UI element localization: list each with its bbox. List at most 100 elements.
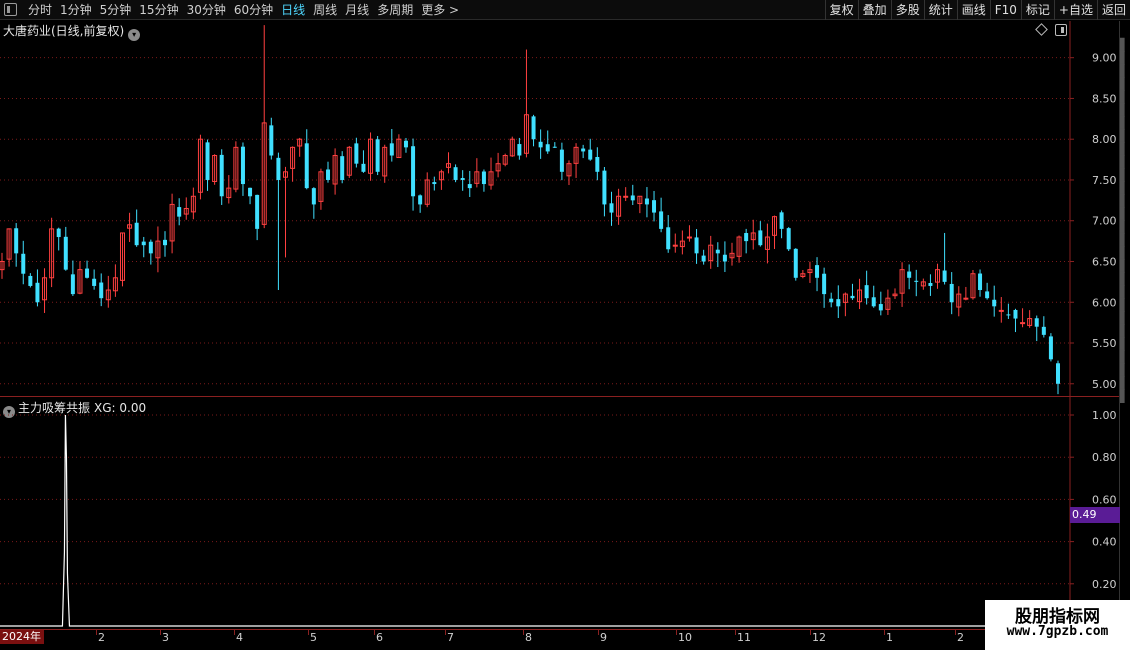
date-tick	[234, 630, 235, 635]
candle-body	[758, 230, 763, 246]
candle-body	[205, 142, 210, 180]
date-tick	[676, 630, 677, 635]
candle-body	[652, 200, 657, 213]
date-label: 6	[376, 631, 383, 644]
candle-body	[815, 265, 820, 278]
candle-body	[829, 298, 834, 303]
y-tick-label: 9.00	[1092, 52, 1117, 65]
y-tick-label: 1.00	[1092, 409, 1117, 422]
candle-body	[985, 291, 990, 299]
indicator-line	[0, 414, 1070, 627]
date-tick	[884, 630, 885, 635]
candle-body	[672, 244, 678, 247]
candle-body	[177, 207, 182, 217]
date-label: 11	[737, 631, 751, 644]
candle-body	[134, 222, 139, 246]
watermark-url: www.7gpzb.com	[1006, 624, 1109, 639]
candle-body	[269, 125, 274, 156]
date-label: 5	[310, 631, 317, 644]
candle-body	[581, 148, 586, 152]
candle-body	[978, 273, 983, 291]
candle-body	[659, 211, 664, 229]
candle-body	[304, 143, 309, 189]
y-tick-label: 7.00	[1092, 215, 1117, 228]
candle-body	[722, 254, 727, 262]
candle-body	[35, 282, 40, 303]
candle-body	[552, 146, 557, 148]
candle-body	[949, 283, 954, 303]
candle-body	[21, 253, 26, 274]
candle-body	[630, 195, 635, 201]
candle-body	[453, 167, 458, 180]
candle-body	[148, 241, 153, 254]
candle-body	[403, 140, 408, 148]
candle-body	[326, 169, 331, 180]
chart-canvas: 9.00 8.50 8.00 7.50 7.00 6.50 6.00 5.50 5.00 1.00…	[0, 21, 1120, 629]
candle-body	[92, 278, 97, 286]
candle-body	[375, 139, 380, 172]
date-label: 1	[886, 631, 893, 644]
candle-body	[1006, 314, 1011, 316]
date-tick	[308, 630, 309, 635]
candle-body	[411, 146, 416, 197]
candle-body	[559, 149, 564, 172]
date-label: 12	[812, 631, 826, 644]
candle-body	[822, 273, 827, 295]
candle-body	[786, 228, 791, 250]
candle-body	[1041, 326, 1046, 335]
candle-body	[389, 143, 394, 156]
candle-body	[85, 268, 90, 278]
candle-body	[545, 144, 550, 152]
date-tick	[598, 630, 599, 635]
y-tick-label: 8.00	[1092, 133, 1117, 146]
candle-body	[538, 141, 543, 148]
candle-body	[481, 171, 486, 185]
candle-body	[240, 146, 245, 185]
date-label: 8	[525, 631, 532, 644]
candle-body	[1056, 363, 1060, 384]
candle-body	[56, 228, 61, 238]
candle-body	[928, 283, 933, 286]
candle-body	[602, 170, 607, 205]
candle-body	[531, 116, 536, 140]
y-tick-label: 0.80	[1092, 451, 1117, 464]
y-tick-label: 6.50	[1092, 255, 1117, 268]
right-side-panel-edge: ▌ ▌ ▌ ▌ ▌ ▌ ▌ ▌ ▌ ▌ ▌ ▌ ▌ ▌ ▌ ▌ ▌ ▌ ▌ ▌ ▌ ▌ ▌ ▌ ▌ ▌ ▌ ▌	[1120, 21, 1130, 630]
candle-body	[878, 304, 883, 311]
date-tick	[445, 630, 446, 635]
candle-body	[14, 228, 19, 254]
candle-body	[432, 182, 437, 185]
candle-body	[163, 239, 168, 246]
date-tick	[96, 630, 97, 635]
candle-body	[248, 187, 253, 197]
y-tick-label: 6.00	[1092, 296, 1117, 309]
candle-body	[963, 297, 969, 300]
candle-body	[850, 295, 855, 299]
candle-body	[686, 236, 692, 239]
candle-body	[460, 178, 465, 180]
date-label: 10	[678, 631, 692, 644]
date-tick	[160, 630, 161, 635]
date-label: 9	[600, 631, 607, 644]
y-tick-label: 0.40	[1092, 536, 1117, 549]
candle-body	[70, 274, 75, 295]
date-tick	[955, 630, 956, 635]
candle-body	[864, 285, 869, 299]
date-axis: 2024年 2 3 4 5 6 7 8 9 10 11 12 1 2	[0, 629, 1070, 644]
edge-glyph: ▌	[1120, 389, 1130, 403]
date-tick	[374, 630, 375, 635]
candle-body	[779, 212, 784, 229]
candle-body	[1034, 318, 1039, 327]
candle-body	[63, 236, 68, 270]
y-tick-label: 8.50	[1092, 92, 1117, 105]
candle-body	[418, 195, 423, 205]
candle-body	[666, 227, 671, 250]
candle-body	[340, 156, 345, 180]
date-label: 2	[957, 631, 964, 644]
y-tick-label: 0.20	[1092, 578, 1117, 591]
candle-body	[219, 154, 224, 197]
candle-body	[793, 248, 798, 278]
candle-body	[715, 249, 720, 254]
y-tick-label: 5.50	[1092, 337, 1117, 350]
candle-body	[28, 275, 33, 286]
